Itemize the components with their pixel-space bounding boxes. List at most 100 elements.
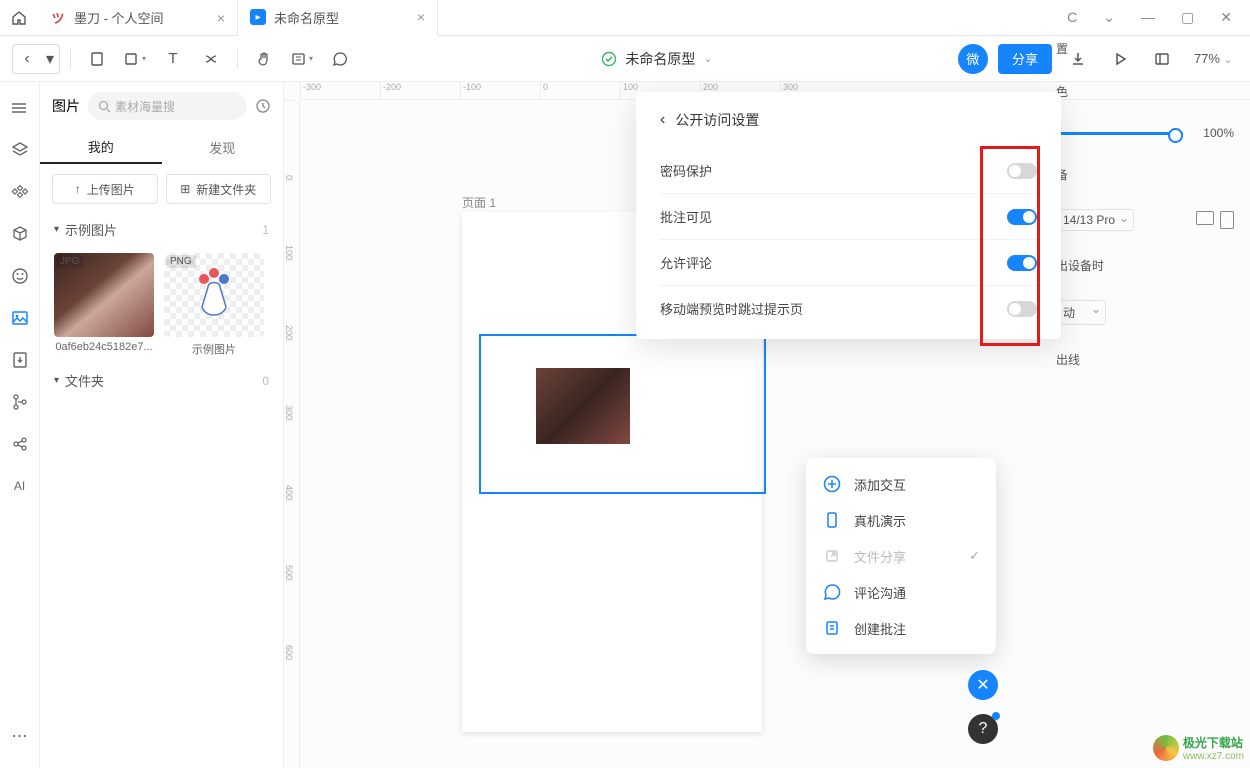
- text-icon[interactable]: T: [157, 43, 189, 75]
- ai-button[interactable]: AI: [8, 474, 32, 498]
- menu-file-share[interactable]: 文件分享 ✓: [806, 538, 996, 574]
- upload-image-button[interactable]: ↑上传图片: [52, 174, 158, 204]
- artboard-label[interactable]: 页面 1: [462, 194, 496, 211]
- chevron-down-icon[interactable]: ⌄: [703, 52, 712, 65]
- main-area: AI ⋯ 图片 素材海量搜 我的 发现 ↑上传图片 ⊞新建文件夹 ▾ 示例图片 …: [0, 82, 1250, 768]
- document-title[interactable]: 未命名原型 ⌄: [362, 49, 952, 69]
- sidebar-tabs: 我的 发现: [40, 130, 283, 164]
- menu-add-interaction[interactable]: 添加交互: [806, 466, 996, 502]
- page-icon[interactable]: [81, 43, 113, 75]
- setting-allow-comments: 允许评论: [660, 240, 1037, 286]
- comment-tool-icon[interactable]: [324, 43, 356, 75]
- image-icon[interactable]: [8, 306, 32, 330]
- chevron-down-icon: ▾: [54, 224, 59, 235]
- back-icon[interactable]: ‹: [660, 111, 665, 129]
- micro-badge[interactable]: 微: [958, 44, 988, 74]
- vertical-ruler: 0100200300400500600: [284, 100, 300, 768]
- setting-label: 密码保护: [660, 161, 712, 180]
- folder-section[interactable]: ▾ 文件夹 0: [40, 365, 283, 396]
- setting-label: 移动端预览时跳过提示页: [660, 299, 803, 318]
- plus-circle-icon: [822, 474, 842, 494]
- close-icon[interactable]: ×: [217, 10, 225, 26]
- home-icon[interactable]: [0, 0, 38, 36]
- device-select[interactable]: 14/13 Pro: [1056, 209, 1134, 231]
- new-folder-button[interactable]: ⊞新建文件夹: [166, 174, 272, 204]
- layers-icon[interactable]: [8, 138, 32, 162]
- tab-label: 未命名原型: [274, 8, 339, 27]
- format-badge: JPG: [56, 255, 83, 268]
- close-icon[interactable]: ×: [417, 9, 425, 25]
- opacity-value: 100%: [1203, 126, 1234, 140]
- menu-live-preview[interactable]: 真机演示: [806, 502, 996, 538]
- thumbnail-item[interactable]: PNG 示例图片: [164, 253, 264, 357]
- phone-icon: [822, 510, 842, 530]
- history-icon[interactable]: [255, 98, 271, 114]
- divider: [70, 49, 71, 69]
- emoji-icon[interactable]: [8, 264, 32, 288]
- format-badge: PNG: [166, 255, 196, 268]
- nav-back-group: ‹ ▾: [12, 44, 60, 74]
- menu-comments[interactable]: 评论沟通: [806, 574, 996, 610]
- tab-label: 墨刀 - 个人空间: [74, 8, 164, 27]
- close-fab[interactable]: ✕: [968, 670, 998, 700]
- back-icon[interactable]: ‹: [13, 45, 41, 73]
- selection-outline[interactable]: [479, 334, 766, 494]
- check-icon: ✓: [969, 548, 980, 564]
- setting-label: 批注可见: [660, 207, 712, 226]
- thumb-label: 示例图片: [164, 341, 264, 357]
- watermark-name: 极光下载站: [1183, 734, 1244, 751]
- properties-panel: 置 色 100% 备 14/13 Pro 出设备时 动 出线: [1040, 0, 1250, 686]
- orientation-toggle[interactable]: [1196, 211, 1234, 229]
- browser-tab-prototype[interactable]: ▸ 未命名原型 ×: [238, 0, 438, 36]
- outline-icon[interactable]: [8, 96, 32, 120]
- menu-create-note[interactable]: 创建批注: [806, 610, 996, 646]
- chevron-down-icon: ▾: [54, 375, 59, 386]
- context-menu: 添加交互 真机演示 文件分享 ✓ 评论沟通 创建批注: [806, 458, 996, 654]
- prop-label: 出线: [1056, 351, 1080, 368]
- folder-plus-icon: ⊞: [180, 182, 190, 196]
- check-circle-icon: [601, 51, 617, 67]
- modao-favicon-icon: ツ: [50, 10, 66, 26]
- watermark-logo-icon: [1153, 735, 1179, 761]
- search-icon: [98, 100, 111, 113]
- hand-icon[interactable]: [248, 43, 280, 75]
- tab-mine[interactable]: 我的: [40, 130, 162, 164]
- thumb-label: 0af6eb24c5182e7...: [54, 341, 154, 353]
- doc-favicon-icon: ▸: [250, 9, 266, 25]
- overflow-select[interactable]: 动: [1056, 300, 1106, 325]
- tab-discover[interactable]: 发现: [162, 130, 284, 164]
- cube-icon[interactable]: [8, 222, 32, 246]
- watermark-url: www.xz7.com: [1183, 751, 1244, 762]
- more-icon[interactable]: ⋯: [8, 724, 32, 748]
- sidebar-title: 图片: [52, 96, 80, 116]
- import-icon[interactable]: [8, 348, 32, 372]
- divider: [237, 49, 238, 69]
- toggle-annotations[interactable]: [1007, 209, 1037, 225]
- share-nodes-icon[interactable]: [8, 432, 32, 456]
- branch-icon[interactable]: [8, 390, 32, 414]
- watermark: 极光下载站 www.xz7.com: [1153, 734, 1244, 762]
- example-images-section[interactable]: ▾ 示例图片 1: [40, 214, 283, 245]
- left-rail: AI ⋯: [0, 82, 40, 768]
- chevron-down-icon[interactable]: ▾: [41, 45, 59, 73]
- comment-icon: [822, 582, 842, 602]
- toggle-password[interactable]: [1007, 163, 1037, 179]
- note-tool-icon[interactable]: ▾: [286, 43, 318, 75]
- shape-icon[interactable]: ▾: [119, 43, 151, 75]
- help-fab[interactable]: ?: [968, 714, 998, 744]
- illustration-icon: [184, 265, 244, 325]
- thumbnail-item[interactable]: JPG 0af6eb24c5182e7...: [54, 253, 154, 357]
- browser-tab-workspace[interactable]: ツ 墨刀 - 个人空间 ×: [38, 0, 238, 36]
- setting-annotations-visible: 批注可见: [660, 194, 1037, 240]
- connector-icon[interactable]: [195, 43, 227, 75]
- note-icon: [822, 618, 842, 638]
- modal-header: ‹ 公开访问设置: [660, 110, 1037, 130]
- image-sidebar: 图片 素材海量搜 我的 发现 ↑上传图片 ⊞新建文件夹 ▾ 示例图片 1 JPG: [40, 82, 284, 768]
- setting-label: 允许评论: [660, 253, 712, 272]
- toggle-skip-hint[interactable]: [1007, 301, 1037, 317]
- opacity-slider[interactable]: [1056, 132, 1183, 135]
- components-icon[interactable]: [8, 180, 32, 204]
- upload-icon: ↑: [75, 182, 81, 196]
- toggle-comments[interactable]: [1007, 255, 1037, 271]
- material-search-input[interactable]: 素材海量搜: [88, 92, 247, 120]
